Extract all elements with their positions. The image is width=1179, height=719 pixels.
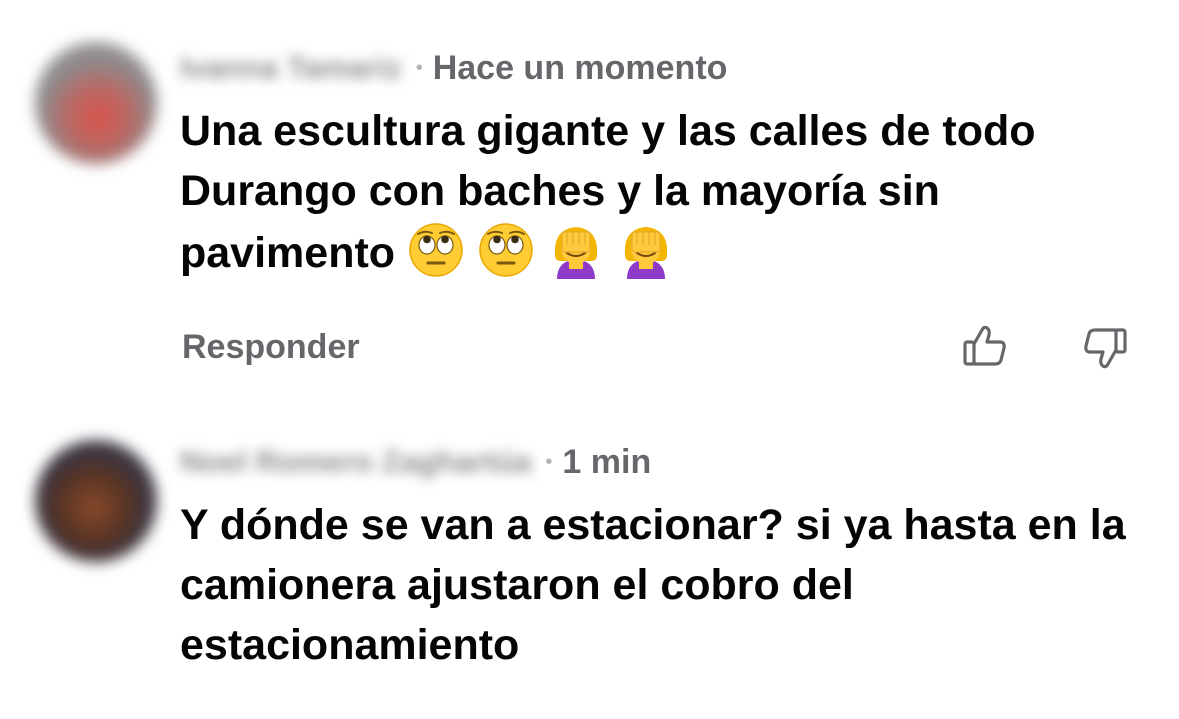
avatar[interactable] — [35, 42, 157, 164]
timestamp[interactable]: Hace un momento — [433, 49, 728, 88]
thumbs-down-icon[interactable] — [1080, 322, 1130, 372]
thumbs-up-icon[interactable] — [960, 322, 1010, 372]
comment: Ivanna Tamariz • Hace un momento Una esc… — [0, 0, 1179, 400]
avatar[interactable] — [35, 440, 157, 562]
separator-dot: • — [545, 450, 553, 473]
separator-dot: • — [415, 56, 423, 79]
woman-facepalming-icon — [547, 221, 605, 279]
author-name[interactable]: Noel Romero Zaghartúa — [180, 444, 531, 480]
comment-meta: Ivanna Tamariz • Hace un momento — [180, 46, 727, 90]
timestamp[interactable]: 1 min — [562, 443, 651, 482]
face-with-rolling-eyes-icon — [477, 221, 535, 279]
comment-text-body: Una escultura gigante y las calles de to… — [180, 107, 1036, 277]
face-with-rolling-eyes-icon — [407, 221, 465, 279]
comment-actions: Responder — [180, 322, 1140, 372]
reply-button[interactable]: Responder — [182, 328, 360, 367]
comment-text: Una escultura gigante y las calles de to… — [180, 101, 1140, 283]
woman-facepalming-icon — [617, 221, 675, 279]
comment-meta: Noel Romero Zaghartúa • 1 min — [180, 440, 651, 484]
comment: Noel Romero Zaghartúa • 1 min Y dónde se… — [0, 400, 1179, 719]
comment-text: Y dónde se van a estacionar? si ya hasta… — [180, 501, 1126, 669]
author-name[interactable]: Ivanna Tamariz — [180, 50, 402, 86]
